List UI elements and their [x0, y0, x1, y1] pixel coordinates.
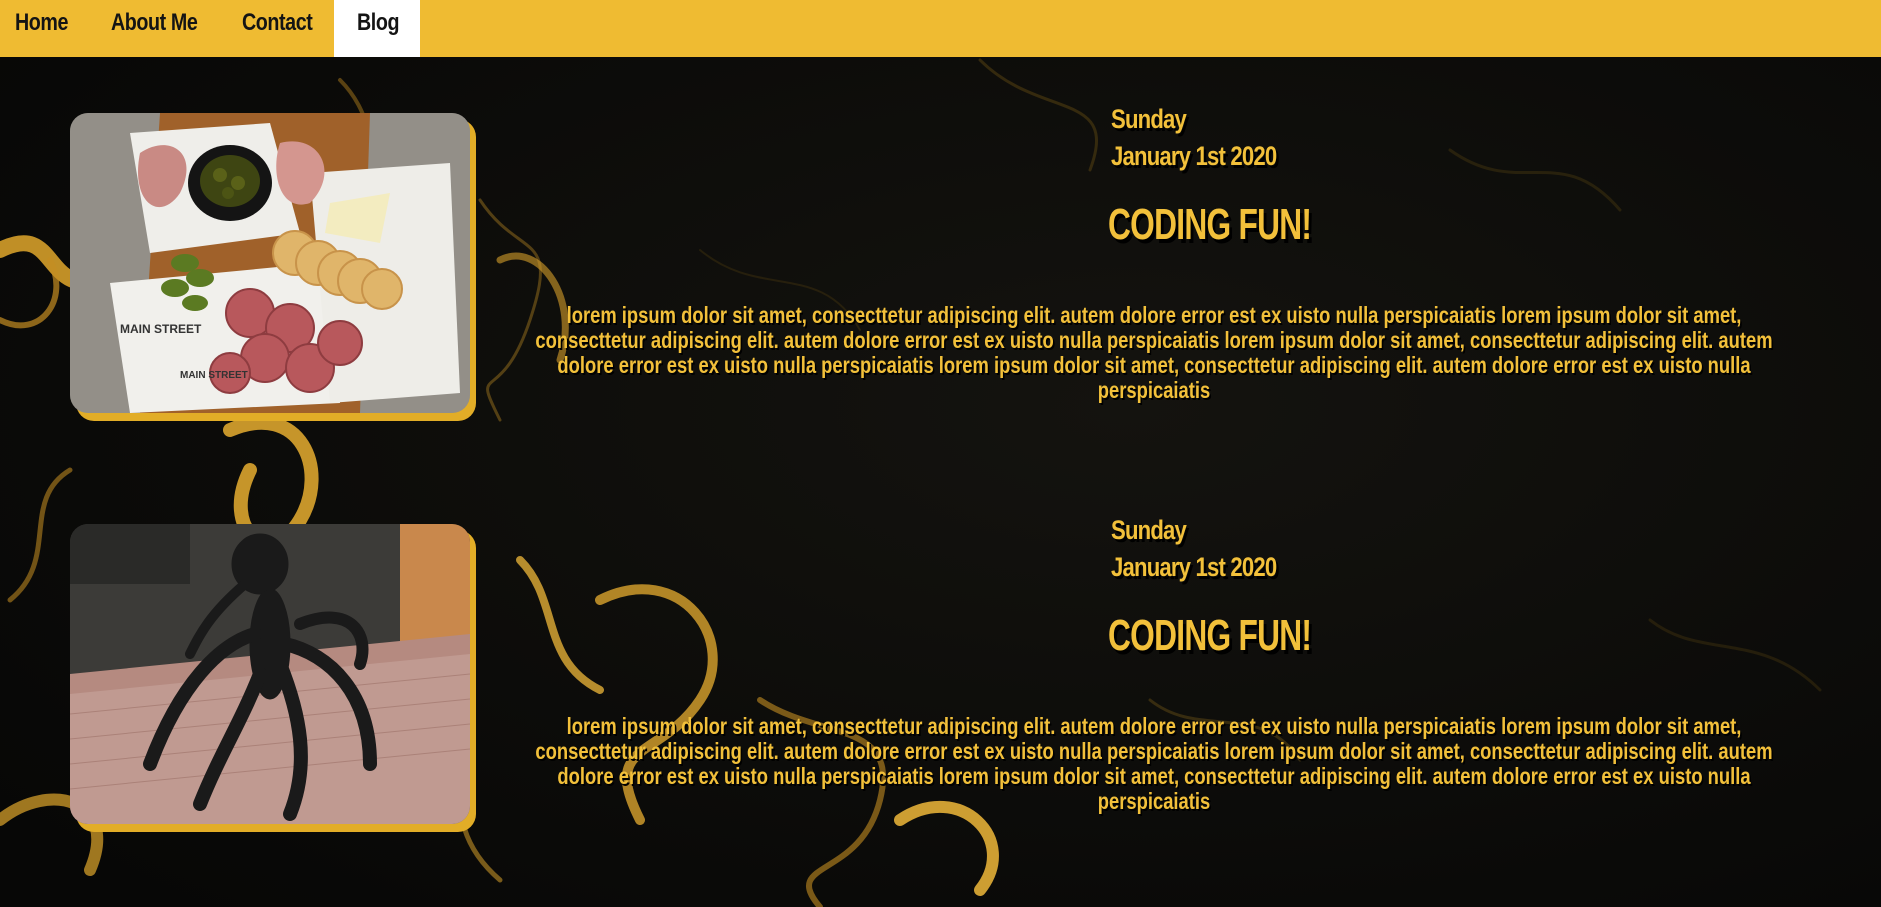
svg-text:MAIN STREET: MAIN STREET	[120, 322, 202, 336]
nav-home-link[interactable]: Home	[15, 0, 68, 57]
post-date: January 1st 2020	[1111, 552, 1277, 582]
charcuterie-board-photo: MAIN STREET MAIN STREET	[70, 113, 470, 413]
post-body-text: lorem ipsum dolor sit amet, consecttetur…	[535, 713, 1773, 814]
post-date: January 1st 2020	[1111, 141, 1277, 171]
post-title: CODING FUN!	[1108, 611, 1312, 660]
post-day: Sunday	[1111, 104, 1187, 134]
post-body-text: lorem ipsum dolor sit amet, consecttetur…	[535, 302, 1773, 403]
svg-text:MAIN STREET: MAIN STREET	[180, 370, 248, 381]
post-day: Sunday	[1111, 515, 1187, 545]
top-navbar: Home About Me Contact Blog	[0, 0, 1881, 57]
post-title: CODING FUN!	[1108, 200, 1312, 249]
blog-post-image-frame	[70, 524, 476, 832]
spider-sculpture-photo	[70, 524, 470, 824]
blog-page: Home About Me Contact Blog MAIN STREET M…	[0, 0, 1881, 907]
blog-post-image-frame: MAIN STREET MAIN STREET	[70, 113, 476, 421]
nav-blog-link[interactable]: Blog	[357, 0, 400, 57]
nav-about-me-link[interactable]: About Me	[111, 0, 198, 57]
nav-contact-link[interactable]: Contact	[242, 0, 313, 57]
